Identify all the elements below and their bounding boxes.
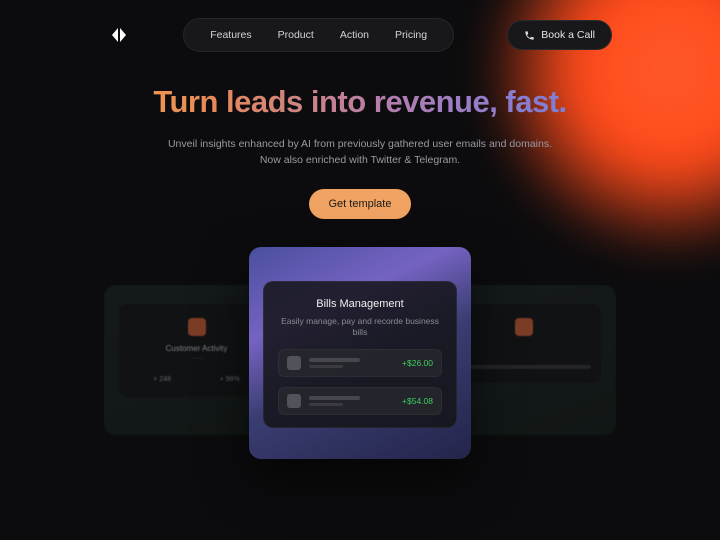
get-template-button[interactable]: Get template — [309, 189, 412, 219]
bill-placeholder — [309, 396, 394, 406]
card-right-bar — [456, 365, 591, 369]
bills-subtitle: Easily manage, pay and recorde business … — [278, 316, 442, 340]
feature-cards: Customer Activity —— + 248 + 98% Bills M… — [0, 247, 720, 477]
bill-placeholder — [309, 358, 394, 368]
hero-subtitle: Unveil insights enhanced by AI from prev… — [140, 136, 580, 169]
nav-item-pricing[interactable]: Pricing — [395, 29, 427, 41]
bill-row: +$26.00 — [278, 349, 442, 377]
hero-headline: Turn leads into revenue, fast. — [90, 84, 630, 120]
card-left-title: Customer Activity — [129, 344, 264, 353]
book-call-button[interactable]: Book a Call — [507, 20, 612, 50]
top-nav: Features Product Action Pricing Book a C… — [0, 0, 720, 52]
phone-icon — [524, 30, 535, 41]
nav-item-product[interactable]: Product — [278, 29, 314, 41]
nav-menu: Features Product Action Pricing — [183, 18, 454, 52]
bill-row: +$54.08 — [278, 387, 442, 415]
logo-icon[interactable] — [108, 24, 130, 46]
nav-item-features[interactable]: Features — [210, 29, 251, 41]
card-left-icon — [188, 318, 206, 336]
card-left-subtitle: —— — [129, 356, 264, 362]
bill-amount: +$54.08 — [402, 396, 433, 406]
card-right-title — [456, 344, 591, 353]
book-call-label: Book a Call — [541, 29, 595, 41]
card-bills-management: Bills Management Easily manage, pay and … — [249, 247, 471, 459]
bill-avatar-icon — [287, 394, 301, 408]
hero: Turn leads into revenue, fast. Unveil in… — [0, 52, 720, 219]
bills-title: Bills Management — [278, 298, 442, 310]
bill-amount: +$26.00 — [402, 358, 433, 368]
card-right-icon — [515, 318, 533, 336]
nav-item-action[interactable]: Action — [340, 29, 369, 41]
card-left-stat: + 98% — [220, 376, 240, 383]
card-left-stat: + 248 — [153, 376, 171, 383]
bill-avatar-icon — [287, 356, 301, 370]
